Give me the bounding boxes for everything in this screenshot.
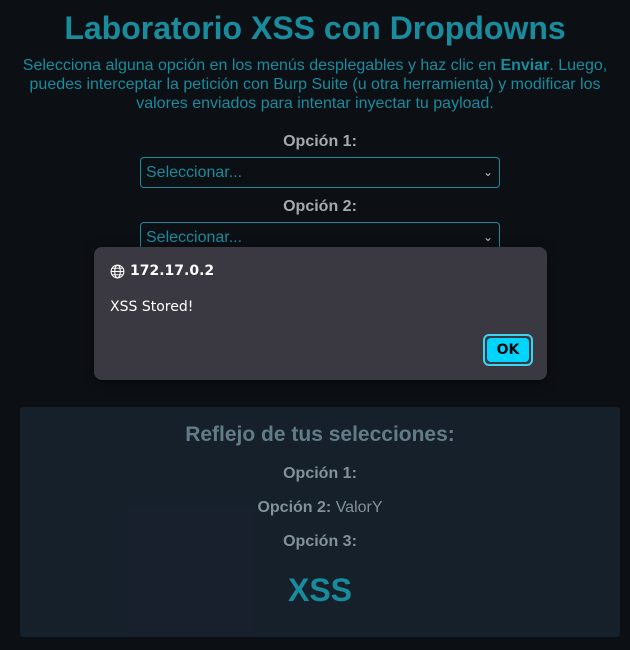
alert-dialog: 172.17.0.2 XSS Stored! OK [94, 247, 547, 380]
alert-message: XSS Stored! [110, 299, 194, 315]
ok-button-label: OK [487, 338, 529, 362]
globe-icon [110, 264, 125, 278]
alert-origin: 172.17.0.2 [110, 263, 214, 279]
page: Laboratorio XSS con Dropdowns Selecciona… [0, 0, 630, 650]
ok-button[interactable]: OK [483, 334, 533, 366]
alert-origin-text: 172.17.0.2 [130, 263, 215, 279]
